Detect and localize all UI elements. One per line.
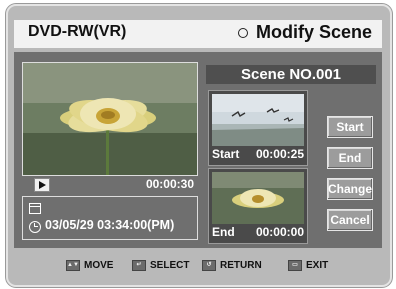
end-frame-image [212, 172, 304, 224]
return-label: RETURN [220, 260, 262, 271]
start-label: Start [212, 147, 240, 161]
return-key-icon: ↺ [202, 260, 216, 271]
end-time: 00:00:00 [255, 225, 304, 239]
footer-help-bar: ▲▼ MOVE ↵ SELECT ↺ RETURN ▭ EXIT [14, 256, 382, 278]
birds-image [212, 94, 304, 146]
recording-info: 03/05/29 03:34:00(PM) [22, 196, 198, 240]
playback-bar: 00:00:30 [22, 177, 198, 193]
disc-icon [29, 203, 41, 214]
select-label: SELECT [150, 260, 190, 271]
footer-exit: ▭ EXIT [288, 260, 328, 271]
clock-icon [29, 221, 41, 233]
header-bar: DVD-RW(VR) Modify Scene [14, 20, 382, 48]
start-thumbnail: Start 00:00:25 [208, 90, 308, 166]
end-thumbnail: End 00:00:00 [208, 168, 308, 244]
flower-thumb-image [212, 172, 304, 224]
start-button[interactable]: Start [327, 116, 373, 138]
circle-icon [237, 27, 248, 38]
change-button[interactable]: Change [327, 178, 373, 200]
recording-datetime: 03/05/29 03:34:00(PM) [45, 218, 175, 232]
footer-select: ↵ SELECT [132, 260, 189, 271]
cancel-button[interactable]: Cancel [327, 209, 373, 231]
video-preview [22, 62, 198, 176]
end-label: End [212, 225, 235, 239]
play-icon[interactable] [34, 178, 50, 192]
exit-key-icon: ▭ [288, 260, 302, 271]
flower-image [23, 63, 197, 175]
start-time: 00:00:25 [255, 147, 304, 161]
preview-time: 00:00:30 [145, 177, 194, 191]
select-key-icon: ↵ [132, 260, 146, 271]
exit-label: EXIT [306, 260, 329, 271]
mode-title: DVD-RW(VR) [28, 23, 127, 40]
screen-title-group: Modify Scene [237, 22, 372, 43]
end-button[interactable]: End [327, 147, 373, 169]
screen-title: Modify Scene [255, 22, 372, 42]
move-key-icon: ▲▼ [66, 260, 80, 271]
footer-return: ↺ RETURN [202, 260, 262, 271]
scene-number-title: Scene NO.001 [206, 65, 376, 84]
move-label: MOVE [84, 260, 114, 271]
start-frame-image [212, 94, 304, 146]
footer-move: ▲▼ MOVE [66, 260, 113, 271]
